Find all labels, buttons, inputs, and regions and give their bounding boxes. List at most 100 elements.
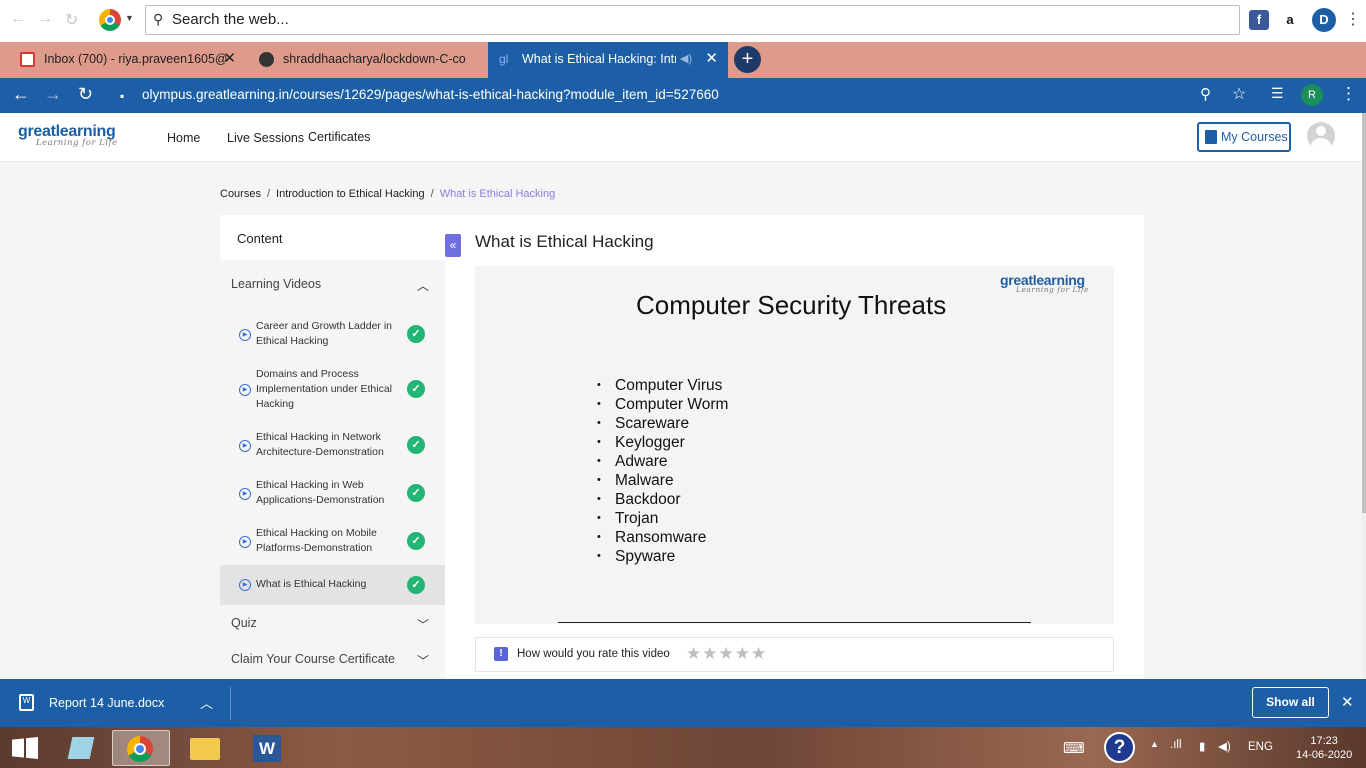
lesson-title: Career and Growth Ladder in Ethical Hack… [256,320,392,347]
content-card: Content Learning Videos ︿ ▶ Career and G… [220,215,1144,685]
check-icon: ✓ [407,325,425,343]
lesson-item[interactable]: ▶ Career and Growth Ladder in Ethical Ha… [220,319,445,349]
rating-stars[interactable]: ★★★★★ [686,644,767,664]
star-icon[interactable]: ★ [751,644,767,663]
lesson-item[interactable]: ▶ Ethical Hacking on Mobile Platforms-De… [220,526,445,556]
star-icon[interactable]: ★ [735,644,751,663]
signal-icon[interactable]: .ıll [1170,739,1182,751]
lesson-item[interactable]: ▶ Ethical Hacking in Network Architectur… [220,430,445,460]
star-icon[interactable]: ★ [686,644,702,663]
chrome-menu-icon[interactable] [99,9,121,31]
section-quiz[interactable]: Quiz ﹀ [220,616,445,632]
menu-dots-icon[interactable]: ⋮ [1345,9,1361,29]
back-icon[interactable]: ← [10,10,26,28]
rating-panel: ! How would you rate this video ★★★★★ [475,637,1114,672]
speaker-icon[interactable]: ◀) [675,42,692,76]
lesson-item[interactable]: ▶ Domains and Process Implementation und… [220,367,445,412]
keyboard-icon[interactable]: ⌨ [1063,739,1085,757]
url-field[interactable]: olympus.greatlearning.in/courses/12629/p… [142,87,719,102]
breadcrumb-courses[interactable]: Courses [220,188,261,200]
check-icon: ✓ [407,532,425,550]
tab-gmail[interactable]: Inbox (700) - riya.praveen1605@ ✕ [0,42,246,78]
lesson-title: Domains and Process Implementation under… [256,368,392,410]
greatlearning-logo[interactable]: greatlearning Learning for Life [18,123,118,148]
breadcrumb-separator: / [430,188,434,200]
zoom-icon[interactable]: ⚲ [1200,85,1211,103]
language-indicator[interactable]: ENG [1248,741,1273,753]
github-icon [259,52,274,67]
document-icon: W [19,694,34,711]
facebook-icon[interactable]: f [1249,10,1269,30]
chevron-up-icon[interactable]: ︿ [200,693,213,712]
section-label: Quiz [231,616,257,630]
nav-home[interactable]: Home [167,131,200,145]
menu-dots-icon[interactable]: ⋮ [1340,84,1357,104]
show-all-button[interactable]: Show all [1252,687,1329,718]
help-icon[interactable]: ? [1104,732,1135,763]
media-icon[interactable]: ☰ [1271,85,1284,102]
lesson-title: Ethical Hacking in Web Applications-Demo… [256,479,385,506]
lesson-title: Ethical Hacking on Mobile Platforms-Demo… [256,527,377,554]
tab-great-learning[interactable]: gl What is Ethical Hacking: Intro ◀) ✕ [488,42,728,78]
breadcrumb-current: What is Ethical Hacking [439,188,556,200]
profile-avatar[interactable]: R [1301,84,1323,106]
tab-github[interactable]: shraddhaacharya/lockdown-C-co [248,42,486,78]
section-certificate[interactable]: Claim Your Course Certificate ﹀ [220,652,445,668]
search-input[interactable]: ⚲ Search the web... [145,5,1240,35]
rating-label: How would you rate this video [517,648,670,660]
book-icon [1205,130,1217,144]
slide-title: Computer Security Threats [636,290,947,320]
chevron-down-icon: ﹀ [416,618,429,632]
reload-icon[interactable]: ↻ [78,84,93,105]
word-icon[interactable]: W [238,730,296,766]
slide-list-item: Keylogger [597,433,728,452]
slide-logo-tagline: Learning for Life [1016,285,1090,294]
scrollbar-thumb[interactable] [1362,113,1366,513]
download-file[interactable]: Report 14 June.docx [49,696,164,710]
close-icon[interactable]: ✕ [223,42,236,76]
chevron-down-icon[interactable]: ▼ [125,13,134,23]
d-extension-icon[interactable]: D [1312,8,1336,32]
new-tab-button[interactable]: + [734,46,761,73]
section-label: Claim Your Course Certificate [231,652,395,666]
clock[interactable]: 17:23 14-06-2020 [1296,734,1352,762]
close-icon[interactable]: ✕ [701,42,718,76]
taskbar-chrome[interactable] [112,730,170,766]
tray-chevron-icon[interactable]: ▲ [1150,739,1159,749]
page-scrollbar[interactable] [1362,113,1366,679]
back-icon[interactable]: ← [12,84,30,105]
reload-icon[interactable]: ↻ [65,10,78,30]
volume-icon[interactable]: ◀) [1218,739,1231,753]
lock-icon: ▪ [120,89,125,103]
video-progress-bar[interactable] [558,622,1031,623]
amazon-icon[interactable]: a [1280,10,1300,30]
file-explorer-icon[interactable] [176,730,234,766]
collapse-sidebar-button[interactable]: « [445,234,461,257]
star-icon[interactable]: ★ [719,644,735,663]
forward-icon[interactable]: → [37,10,53,28]
forward-icon[interactable]: → [44,84,62,105]
my-courses-button[interactable]: My Courses [1197,122,1291,152]
windows-start-icon[interactable] [12,737,38,759]
my-courses-label: My Courses [1221,130,1288,144]
lesson-item[interactable]: ▶ Ethical Hacking in Web Applications-De… [220,478,445,508]
nav-live-sessions[interactable]: Live Sessions [227,131,304,145]
close-icon[interactable]: ✕ [1341,693,1354,711]
great-learning-icon: gl [499,52,509,66]
star-icon[interactable]: ☆ [1232,84,1246,104]
tab-label: shraddhaacharya/lockdown-C-co [283,52,466,66]
slide-list-item: Spyware [597,547,728,566]
nav-certificates[interactable]: Certificates [308,130,371,144]
star-icon[interactable]: ★ [702,644,718,663]
avatar[interactable] [1307,122,1335,150]
battery-icon[interactable]: ▮ [1199,739,1205,753]
breadcrumb-course[interactable]: Introduction to Ethical Hacking [276,188,425,200]
play-icon: ▶ [239,329,251,341]
slide-list-item: Backdoor [597,490,728,509]
video-player[interactable]: greatlearning Learning for Life Computer… [475,266,1114,624]
feedback-icon: ! [494,647,508,661]
course-sidebar: Content Learning Videos ︿ ▶ Career and G… [220,215,445,685]
lesson-item-active[interactable]: ▶ What is Ethical Hacking ✓ [220,565,445,605]
tablet-icon[interactable] [52,730,110,766]
section-learning-videos[interactable]: Learning Videos ︿ [220,277,445,293]
